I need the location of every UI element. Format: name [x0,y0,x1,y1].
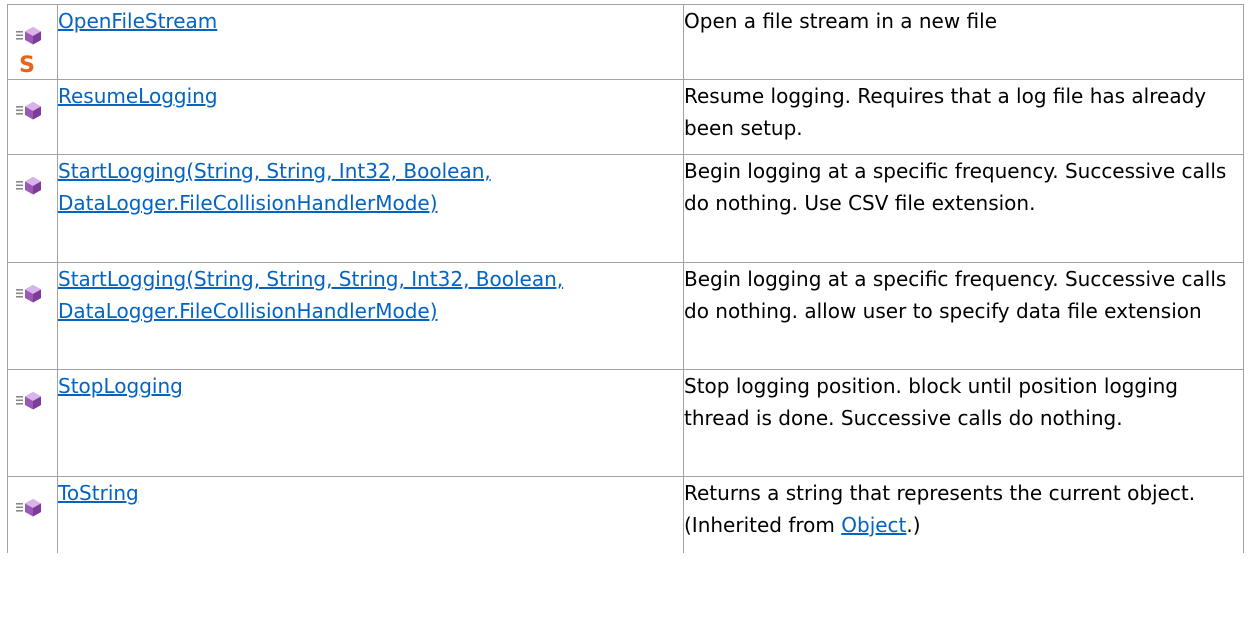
description-suffix: .) [906,513,921,537]
member-name-cell: StopLogging [57,369,684,477]
member-name-cell: StartLogging(String, String, Int32, Bool… [57,154,684,263]
object-link[interactable]: Object [841,513,906,537]
public-method-icon [16,27,41,45]
member-name-cell: StartLogging(String, String, String, Int… [57,262,684,370]
icon-cell [7,476,58,553]
table-row: StopLogging Stop logging position. block… [7,369,1244,477]
svg-text:S: S [19,53,35,75]
public-method-icon [16,499,41,517]
member-link-openfilestream[interactable]: OpenFileStream [58,9,217,33]
public-method-icon [16,177,41,195]
member-description: Open a file stream in a new file [683,4,1244,80]
member-link-startlogging-1[interactable]: StartLogging(String, String, Int32, Bool… [58,159,491,215]
member-description: Stop logging position. block until posit… [683,369,1244,477]
member-description: Begin logging at a specific frequency. S… [683,154,1244,263]
icon-cell [7,79,58,155]
icon-cell: S [7,4,58,80]
public-method-icon [16,392,41,410]
icon-cell [7,369,58,477]
description-text: Returns a string that represents the cur… [684,481,1196,537]
member-description: Begin logging at a specific frequency. S… [683,262,1244,370]
member-name-cell: ResumeLogging [57,79,684,155]
table-row: ToString Returns a string that represent… [7,476,1244,553]
table-row: ResumeLogging Resume logging. Requires t… [7,79,1244,155]
icon-cell [7,154,58,263]
table-row: StartLogging(String, String, Int32, Bool… [7,154,1244,263]
member-link-resumelogging[interactable]: ResumeLogging [58,84,218,108]
member-name-cell: OpenFileStream [57,4,684,80]
table-row: S OpenFileStream Open a file stream in a… [7,4,1244,80]
member-link-startlogging-2[interactable]: StartLogging(String, String, String, Int… [58,267,563,323]
public-method-icon [16,102,41,120]
static-icon: S [19,53,35,75]
member-link-tostring[interactable]: ToString [58,481,139,505]
icon-cell [7,262,58,370]
member-link-stoplogging[interactable]: StopLogging [58,374,183,398]
public-method-icon [16,285,41,303]
member-description: Resume logging. Requires that a log file… [683,79,1244,155]
member-name-cell: ToString [57,476,684,553]
members-table: S OpenFileStream Open a file stream in a… [7,4,1244,553]
table-row: StartLogging(String, String, String, Int… [7,262,1244,370]
member-description: Returns a string that represents the cur… [683,476,1244,553]
